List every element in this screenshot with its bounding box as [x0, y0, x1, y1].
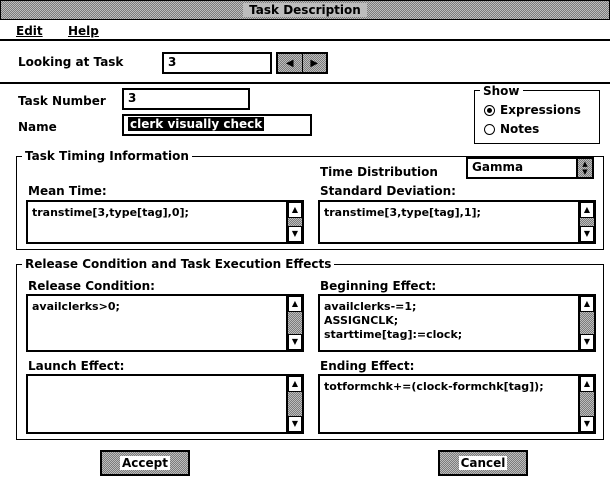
spin-icon[interactable]: ▲ ▼: [576, 159, 592, 177]
accept-label: Accept: [120, 456, 170, 470]
task-nav-buttons: ◀ ▶: [276, 52, 328, 74]
timing-legend: Task Timing Information: [22, 149, 192, 163]
begin-textarea[interactable]: availclerks-=1; ASSIGNCLK; starttime[tag…: [318, 294, 596, 352]
launch-label: Launch Effect:: [28, 359, 125, 373]
name-selected-text: clerk visually check: [128, 117, 265, 131]
launch-textarea[interactable]: [26, 374, 304, 434]
looking-label: Looking at Task: [18, 55, 124, 69]
scroll-up-icon[interactable]: ▲: [580, 296, 594, 312]
name-input[interactable]: clerk visually check: [122, 114, 312, 136]
scroll-down-icon[interactable]: ▼: [288, 226, 302, 242]
name-label: Name: [18, 120, 57, 134]
std-text: transtime[3,type[tag],1];: [324, 206, 481, 219]
dist-label: Time Distribution: [320, 165, 438, 179]
task-number-input[interactable]: 3: [122, 88, 250, 110]
radio-expressions[interactable]: Expressions: [484, 103, 581, 117]
end-scrollbar[interactable]: ▲ ▼: [578, 376, 594, 432]
scroll-down-icon[interactable]: ▼: [288, 334, 302, 350]
scroll-up-icon[interactable]: ▲: [580, 202, 594, 218]
menu-help[interactable]: Help: [68, 24, 99, 38]
arrow-right-icon: ▶: [310, 57, 319, 69]
dist-select[interactable]: Gamma ▲ ▼: [466, 157, 594, 179]
scroll-up-icon[interactable]: ▲: [288, 296, 302, 312]
dist-value: Gamma: [472, 160, 524, 174]
radio-expressions-label: Expressions: [500, 103, 581, 117]
begin-label: Beginning Effect:: [320, 279, 437, 293]
begin-line-2: ASSIGNCLK;: [324, 314, 399, 327]
menu-edit[interactable]: Edit: [16, 24, 43, 38]
scroll-down-icon[interactable]: ▼: [580, 416, 594, 432]
std-textarea[interactable]: transtime[3,type[tag],1];: [318, 200, 596, 244]
menu-bar: Edit Help: [0, 21, 610, 41]
scroll-down-icon[interactable]: ▼: [580, 226, 594, 242]
show-legend: Show: [480, 84, 523, 98]
end-text: totformchk+=(clock-formchk[tag]);: [324, 380, 544, 393]
window-title: Task Description: [243, 3, 367, 17]
mean-text: transtime[3,type[tag],0];: [32, 206, 189, 219]
scroll-down-icon[interactable]: ▼: [580, 334, 594, 350]
cond-textarea[interactable]: availclerks>0;: [26, 294, 304, 352]
cancel-button[interactable]: Cancel: [438, 450, 528, 476]
next-task-button[interactable]: ▶: [302, 54, 326, 72]
accept-button[interactable]: Accept: [100, 450, 190, 476]
end-label: Ending Effect:: [320, 359, 415, 373]
arrow-left-icon: ◀: [285, 57, 294, 69]
mean-scrollbar[interactable]: ▲ ▼: [286, 202, 302, 242]
scroll-up-icon[interactable]: ▲: [288, 202, 302, 218]
mean-label: Mean Time:: [28, 184, 107, 198]
task-number-label: Task Number: [18, 94, 106, 108]
radio-notes[interactable]: Notes: [484, 122, 539, 136]
end-textarea[interactable]: totformchk+=(clock-formchk[tag]);: [318, 374, 596, 434]
title-bar[interactable]: Task Description: [0, 0, 610, 20]
begin-scrollbar[interactable]: ▲ ▼: [578, 296, 594, 350]
begin-line-3: starttime[tag]:=clock;: [324, 328, 463, 341]
looking-task-input[interactable]: 3: [162, 52, 272, 74]
cond-text: availclerks>0;: [32, 300, 120, 313]
std-label: Standard Deviation:: [320, 184, 456, 198]
scroll-up-icon[interactable]: ▲: [580, 376, 594, 392]
begin-line-1: availclerks-=1;: [324, 300, 417, 313]
radio-unselected-icon: [484, 123, 495, 135]
cancel-label: Cancel: [458, 456, 508, 470]
radio-selected-icon: [484, 104, 495, 116]
std-scrollbar[interactable]: ▲ ▼: [578, 202, 594, 242]
launch-scrollbar[interactable]: ▲ ▼: [286, 376, 302, 432]
scroll-down-icon[interactable]: ▼: [288, 416, 302, 432]
mean-textarea[interactable]: transtime[3,type[tag],0];: [26, 200, 304, 244]
cond-scrollbar[interactable]: ▲ ▼: [286, 296, 302, 350]
release-legend: Release Condition and Task Execution Eff…: [22, 257, 335, 271]
prev-task-button[interactable]: ◀: [278, 54, 303, 72]
scroll-up-icon[interactable]: ▲: [288, 376, 302, 392]
radio-notes-label: Notes: [500, 122, 540, 136]
cond-label: Release Condition:: [28, 279, 155, 293]
